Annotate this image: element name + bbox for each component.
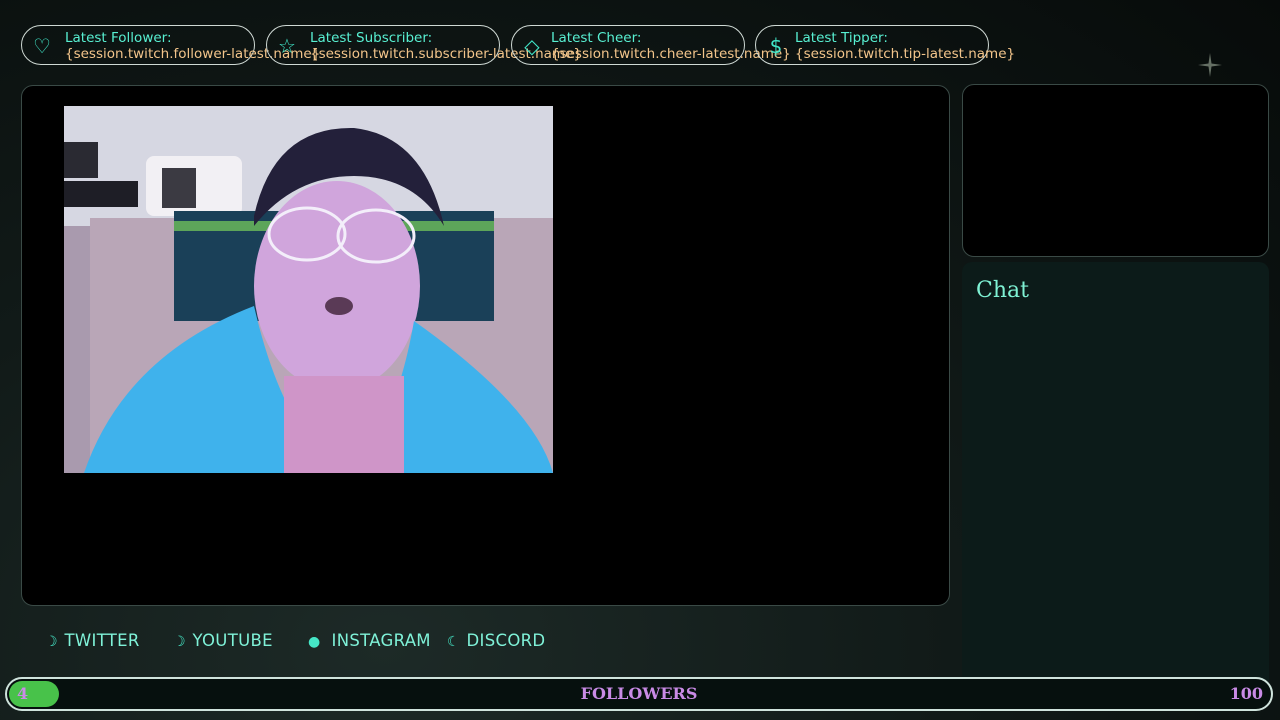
social-instagram[interactable]: ● INSTAGRAM bbox=[308, 631, 431, 651]
dollar-icon: $ bbox=[769, 34, 783, 58]
alert-title: Latest Subscriber: bbox=[310, 30, 433, 46]
latest-subscriber-alert: ☆ Latest Subscriber: {session.twitch.sub… bbox=[266, 25, 582, 65]
moon-icon: ☾ bbox=[447, 634, 460, 650]
heart-icon: ♡ bbox=[33, 34, 51, 58]
social-label: YOUTUBE bbox=[192, 631, 273, 650]
full-moon-icon: ● bbox=[308, 634, 321, 650]
webcam-image bbox=[64, 106, 553, 473]
sparkle-icon bbox=[1198, 53, 1222, 77]
social-discord[interactable]: ☾ DISCORD bbox=[447, 631, 545, 651]
latest-tipper-alert: $ Latest Tipper: {session.twitch.tip-lat… bbox=[755, 25, 1015, 65]
social-label: TWITTER bbox=[64, 631, 140, 650]
follower-goal-label: FOLLOWERS bbox=[580, 684, 698, 703]
webcam-feed bbox=[64, 106, 553, 473]
follower-goal-target: 100 bbox=[1229, 684, 1263, 703]
alert-value: {session.twitch.tip-latest.name} bbox=[795, 46, 1016, 62]
alert-title: Latest Tipper: bbox=[795, 30, 888, 46]
follower-goal-bar: 4 FOLLOWERS 100 bbox=[5, 677, 1273, 711]
moon-icon: ☽ bbox=[173, 634, 186, 650]
alert-title: Latest Cheer: bbox=[551, 30, 642, 46]
social-youtube[interactable]: ☽ YOUTUBE bbox=[173, 631, 273, 651]
latest-follower-alert: ♡ Latest Follower: {session.twitch.follo… bbox=[21, 25, 320, 65]
secondary-panel bbox=[962, 84, 1269, 257]
latest-cheer-alert: ◇ Latest Cheer: {session.twitch.cheer-la… bbox=[511, 25, 791, 65]
alert-title: Latest Follower: bbox=[65, 30, 172, 46]
social-twitter[interactable]: ☽ TWITTER bbox=[45, 631, 140, 651]
diamond-icon: ◇ bbox=[524, 34, 540, 58]
moon-icon: ☽ bbox=[45, 634, 58, 650]
chat-panel: Chat bbox=[962, 262, 1269, 702]
social-label: INSTAGRAM bbox=[331, 631, 431, 650]
chat-title: Chat bbox=[976, 278, 1029, 303]
star-icon: ☆ bbox=[278, 34, 296, 58]
social-label: DISCORD bbox=[466, 631, 546, 650]
